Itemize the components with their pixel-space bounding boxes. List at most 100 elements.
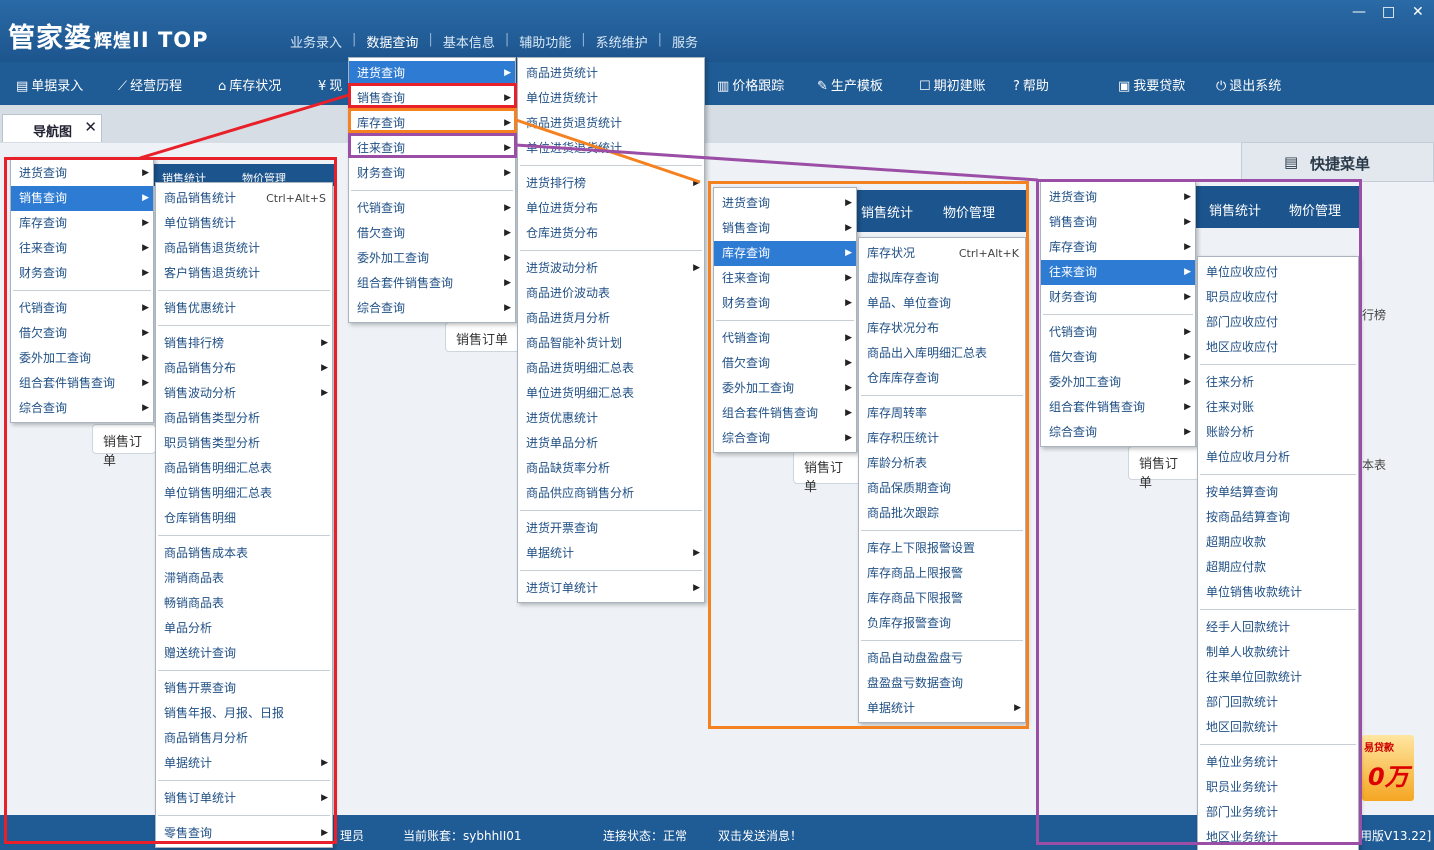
menu-item[interactable]: 单位应收应付 [1198, 260, 1358, 285]
menu-item[interactable]: 职员业务统计 [1198, 775, 1358, 800]
menu-item[interactable]: 单品、单位查询 [859, 291, 1025, 316]
menu-item[interactable]: 单位进货明细汇总表 [518, 381, 704, 406]
menu-item[interactable]: 进货查询 ▶ [11, 161, 153, 186]
menu-item[interactable]: 单品分析 [156, 616, 332, 641]
menu-item[interactable]: 账龄分析 [1198, 420, 1358, 445]
close-tab-icon[interactable]: ✕ [84, 118, 97, 136]
menu-item[interactable]: 组合套件销售查询 ▶ [11, 371, 153, 396]
menu-item[interactable]: 商品销售月分析 [156, 726, 332, 751]
menu-item[interactable]: 商品智能补货计划 [518, 331, 704, 356]
menu-item[interactable]: 综合查询 ▶ [349, 296, 515, 321]
menu-item[interactable]: 滞销商品表 [156, 566, 332, 591]
menu-item[interactable]: 进货波动分析 ▶ [518, 256, 704, 281]
toolbar-opening-button[interactable]: ☐ 期初建账 [919, 75, 986, 94]
menu-item[interactable]: 负库存报警查询 [859, 611, 1025, 636]
menu-item[interactable]: 库存上下限报警设置 [859, 536, 1025, 561]
menu-item[interactable]: 商品销售成本表 [156, 541, 332, 566]
main-menu-item-assist[interactable]: 辅助功能 [509, 32, 581, 51]
menu-item[interactable]: 借欠查询 ▶ [11, 321, 153, 346]
menu-item[interactable]: 库存商品上限报警 [859, 561, 1025, 586]
menu-item[interactable]: 商品进货退货统计 [518, 111, 704, 136]
menu-item[interactable]: 借欠查询 ▶ [714, 351, 856, 376]
toolbar-history-button[interactable]: ⟋ 经营历程 [118, 75, 182, 94]
menu-item[interactable]: 销售年报、月报、日报 [156, 701, 332, 726]
stats-link[interactable]: 销售统计 [861, 202, 913, 221]
flow-node-sales-order[interactable]: 销售订单 [92, 424, 156, 469]
flow-node-sales-order[interactable]: 销售订单 [445, 322, 525, 352]
toolbar-exit-button[interactable]: ⏻ 退出系统 [1216, 75, 1281, 94]
menu-item[interactable]: 综合查询 ▶ [1041, 420, 1195, 445]
menu-item[interactable]: 零售查询 ▶ [156, 821, 332, 846]
menu-item[interactable]: 商品销售明细汇总表 [156, 456, 332, 481]
menu-item[interactable]: 单位应收月分析 [1198, 445, 1358, 470]
menu-item[interactable]: 借欠查询 ▶ [1041, 345, 1195, 370]
menu-item[interactable]: 委外加工查询 ▶ [349, 246, 515, 271]
menu-item[interactable]: 客户销售退货统计 [156, 261, 332, 286]
menu-item[interactable]: 单位销售收款统计 [1198, 580, 1358, 605]
menu-item[interactable]: 往来单位回款统计 [1198, 665, 1358, 690]
menu-item[interactable]: 组合套件销售查询 ▶ [714, 401, 856, 426]
toolbar-loan-button[interactable]: ▣ 我要贷款 [1118, 75, 1185, 94]
menu-item[interactable]: 销售排行榜 ▶ [156, 331, 332, 356]
menu-item[interactable]: 销售优惠统计 [156, 296, 332, 321]
menu-item[interactable]: 仓库库存查询 [859, 366, 1025, 391]
menu-item[interactable]: 单位销售明细汇总表 [156, 481, 332, 506]
menu-item[interactable]: 财务查询 ▶ [349, 161, 515, 186]
menu-item[interactable]: 盘盈盘亏数据查询 [859, 671, 1025, 696]
menu-item[interactable]: 部门应收应付 [1198, 310, 1358, 335]
menu-item[interactable]: 库存积压统计 [859, 426, 1025, 451]
menu-item[interactable]: 销售查询 ▶ [11, 186, 153, 211]
menu-item[interactable]: 代销查询 ▶ [714, 326, 856, 351]
menu-item[interactable]: 综合查询 ▶ [11, 396, 153, 421]
menu-item[interactable]: 单位销售统计 [156, 211, 332, 236]
toolbar-entry-button[interactable]: ▤ 单据录入 [16, 75, 83, 94]
menu-item[interactable]: 地区应收应付 [1198, 335, 1358, 360]
tab-navigation[interactable]: 导航图 ✕ [2, 114, 102, 142]
menu-item[interactable]: 库存查询 ▶ [1041, 235, 1195, 260]
menu-item[interactable]: 委外加工查询 ▶ [11, 346, 153, 371]
price-link[interactable]: 物价管理 [1289, 200, 1341, 219]
menu-item[interactable]: 单位进货统计 [518, 86, 704, 111]
menu-item[interactable]: 借欠查询 ▶ [349, 221, 515, 246]
menu-item[interactable]: 库存查询 ▶ [714, 241, 856, 266]
menu-item[interactable]: 销售开票查询 [156, 676, 332, 701]
menu-item[interactable]: 销售订单统计 ▶ [156, 786, 332, 811]
menu-item[interactable]: 销售查询 ▶ [714, 216, 856, 241]
menu-item[interactable]: 商品销售退货统计 [156, 236, 332, 261]
menu-item[interactable]: 销售波动分析 ▶ [156, 381, 332, 406]
main-menu-item-system[interactable]: 系统维护 [586, 32, 658, 51]
flow-node-sales-order[interactable]: 销售订单 [1128, 446, 1200, 491]
menu-item[interactable]: 综合查询 ▶ [714, 426, 856, 451]
menu-item[interactable]: 商品保质期查询 [859, 476, 1025, 501]
toolbar-cash-button[interactable]: ¥ 现 [318, 75, 342, 94]
menu-item[interactable]: 往来查询 ▶ [714, 266, 856, 291]
menu-item[interactable]: 职员应收应付 [1198, 285, 1358, 310]
menu-item[interactable]: 商品进货月分析 [518, 306, 704, 331]
menu-item[interactable]: 按商品结算查询 [1198, 505, 1358, 530]
menu-item[interactable]: 商品缺货率分析 [518, 456, 704, 481]
maximize-button[interactable]: □ [1382, 4, 1395, 20]
menu-item[interactable]: 商品供应商销售分析 [518, 481, 704, 506]
menu-item[interactable]: 地区业务统计 [1198, 825, 1358, 850]
menu-item[interactable]: 进货查询 ▶ [714, 191, 856, 216]
menu-item[interactable]: 仓库销售明细 [156, 506, 332, 531]
menu-item[interactable]: 商品自动盘盈盘亏 [859, 646, 1025, 671]
menu-item[interactable]: 库存状况 Ctrl+Alt+K [859, 241, 1025, 266]
menu-item[interactable]: 销售查询 ▶ [349, 86, 515, 111]
menu-item[interactable]: 单据统计 ▶ [859, 696, 1025, 721]
menu-item[interactable]: 畅销商品表 [156, 591, 332, 616]
menu-item[interactable]: 商品销售统计 Ctrl+Alt+S [156, 186, 332, 211]
main-menu-item-basic[interactable]: 基本信息 [433, 32, 505, 51]
menu-item[interactable]: 库存状况分布 [859, 316, 1025, 341]
menu-item[interactable]: 赠送统计查询 [156, 641, 332, 666]
menu-item[interactable]: 库存查询 ▶ [349, 111, 515, 136]
toolbar-template-button[interactable]: ✎ 生产模板 [817, 75, 883, 94]
menu-item[interactable]: 单位进货分布 [518, 196, 704, 221]
status-message[interactable]: 双击发送消息！ [718, 827, 802, 844]
menu-item[interactable]: 组合套件销售查询 ▶ [1041, 395, 1195, 420]
minimize-button[interactable]: — [1352, 4, 1366, 20]
menu-item[interactable]: 委外加工查询 ▶ [1041, 370, 1195, 395]
menu-item[interactable]: 经手人回款统计 [1198, 615, 1358, 640]
menu-item[interactable]: 超期应付款 [1198, 555, 1358, 580]
stats-link[interactable]: 销售统计 [1209, 200, 1261, 219]
